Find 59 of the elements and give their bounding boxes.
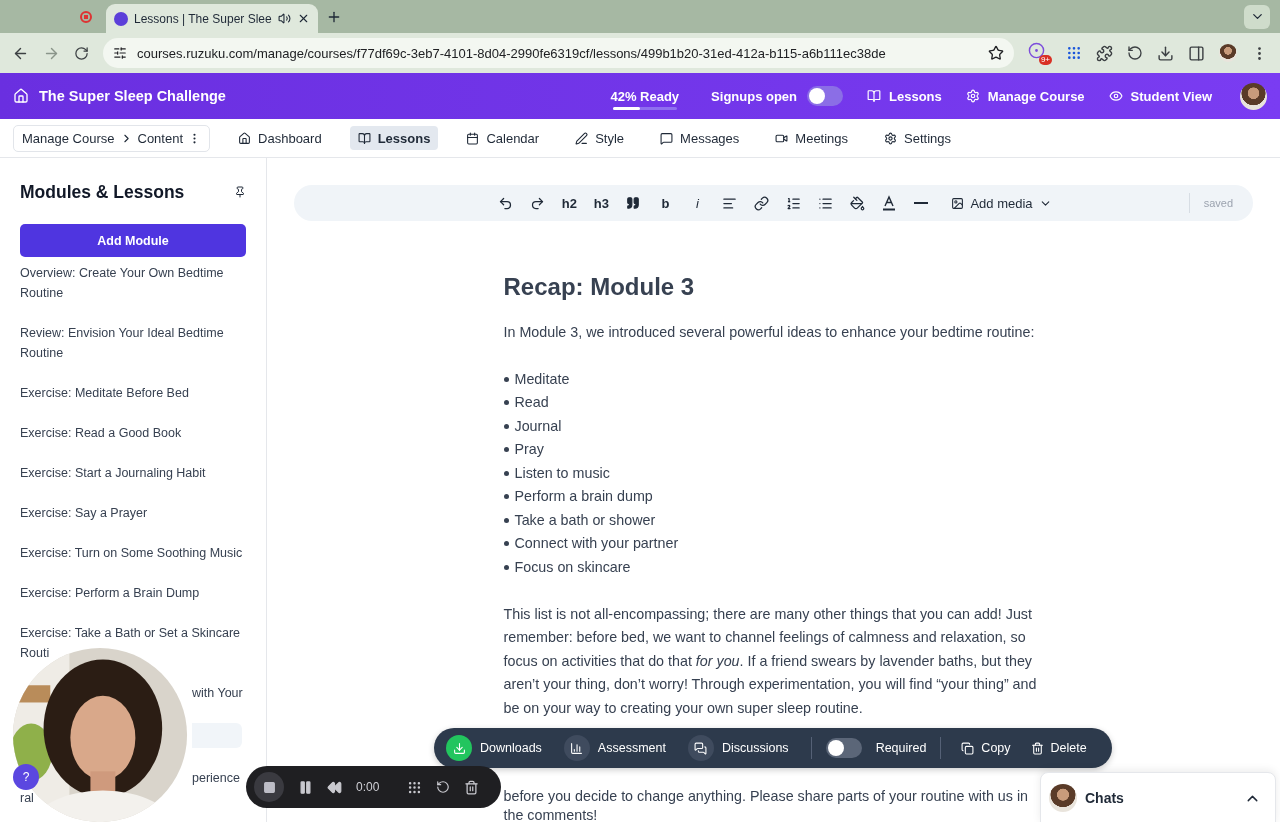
- copy-button[interactable]: Copy: [961, 741, 1011, 755]
- list-item: Meditate: [503, 367, 1044, 391]
- required-label: Required: [875, 741, 927, 755]
- nav-tab[interactable]: Dashboard: [230, 126, 330, 150]
- list-item: Read: [503, 391, 1044, 415]
- lesson-item[interactable]: Exercise: Perform a Brain Dump: [20, 583, 200, 603]
- list-item: Connect with your partner: [503, 532, 1044, 556]
- heading-button[interactable]: h3: [585, 189, 618, 217]
- lesson-item[interactable]: Exercise: Take a Bath or Set a Skincare: [20, 623, 241, 643]
- nav-tab[interactable]: Lessons: [349, 126, 439, 150]
- list-item: Listen to music: [503, 461, 1044, 485]
- lesson-item[interactable]: Exercise: Start a Journaling Habit: [20, 463, 206, 483]
- add-module-button[interactable]: Add Module: [20, 224, 246, 257]
- nav-tab[interactable]: Settings: [876, 126, 960, 150]
- list-item: Journal: [503, 414, 1044, 438]
- feature-button[interactable]: Assessment: [563, 735, 666, 761]
- nav-tab[interactable]: Messages: [652, 126, 748, 150]
- paragraph: before you decide to change anything. Please share parts of your routine with us in the comments!: [503, 787, 1030, 822]
- lesson-item[interactable]: Review: Envision Your Ideal Bedtime Routine: [20, 323, 246, 363]
- paragraph: This list is not all-encompassing; there are many other things that you can add! Just remember: before bed, we want to channel feelings of calmness and relaxation, so focus on activities that do that for you. If a friend swears by lavender baths, but they aren’t your thing, don’t worry! Through experimentation, you will find “your thing” and be on your way to creating your own super sleep routine.: [503, 604, 1038, 718]
- chats-panel[interactable]: Chats: [1040, 772, 1276, 822]
- delete-button[interactable]: Delete: [1030, 741, 1087, 755]
- lesson-title: Recap: Module 3: [503, 275, 696, 299]
- bold-button[interactable]: b: [649, 189, 682, 217]
- feature-button[interactable]: Discussions: [687, 735, 789, 761]
- lesson-item[interactable]: Exercise: Meditate Before Bed: [20, 383, 189, 403]
- lesson-item[interactable]: Overview: Create Your Own Bedtime Routine: [20, 263, 246, 303]
- recording-time: 0:00: [356, 780, 380, 794]
- sidebar-title: Modules & Lessons: [20, 181, 185, 203]
- header-link[interactable]: Lessons: [867, 88, 942, 104]
- help-button[interactable]: ?: [13, 764, 39, 790]
- paragraph: In Module 3, we introduced several powerful ideas to enhance your bedtime routine:: [503, 322, 1036, 342]
- feature-button[interactable]: Downloads: [446, 735, 542, 761]
- list-item: Take a bath or shower: [503, 508, 1044, 532]
- lesson-item[interactable]: Exercise: Say a Prayer: [20, 503, 148, 523]
- ready-label: 42% Ready: [610, 88, 680, 104]
- header-link[interactable]: Manage Course: [965, 88, 1085, 104]
- address-field[interactable]: courses.ruzuku.com/manage/courses/f77df69c-3eb7-4101-8d04-2990fe6319cf/lessons/499b1b20-31ed-412a-b115-a6b111ec38de: [103, 38, 1014, 68]
- lesson-item[interactable]: with Your: [192, 683, 243, 703]
- signups-label: Signups open: [711, 88, 798, 104]
- breadcrumb[interactable]: Manage Course Content: [13, 124, 211, 152]
- lesson-item[interactable]: ral: [20, 788, 34, 808]
- course-title: The Super Sleep Challenge: [39, 88, 226, 104]
- nav-tab[interactable]: Style: [567, 126, 633, 150]
- lesson-item[interactable]: perience: [192, 768, 240, 788]
- nav-tab[interactable]: Calendar: [458, 126, 548, 150]
- list-item: Perform a brain dump: [503, 485, 1044, 509]
- list-item: Focus on skincare: [503, 555, 1044, 579]
- add-media-button[interactable]: Add media: [945, 194, 1058, 212]
- browser-tab[interactable]: Lessons | The Super Slee: [106, 4, 318, 33]
- save-status: saved: [1188, 193, 1233, 213]
- lesson-item[interactable]: Exercise: Read a Good Book: [20, 423, 182, 443]
- lesson-item[interactable]: Exercise: Turn on Some Soothing Music: [20, 543, 243, 563]
- list-item: Pray: [503, 438, 1044, 462]
- lesson-item[interactable]: Routi: [20, 643, 50, 663]
- italic-button[interactable]: i: [681, 189, 714, 217]
- header-link[interactable]: Student View: [1108, 88, 1212, 104]
- nav-tab[interactable]: Meetings: [767, 126, 857, 150]
- heading-button[interactable]: h2: [553, 189, 586, 217]
